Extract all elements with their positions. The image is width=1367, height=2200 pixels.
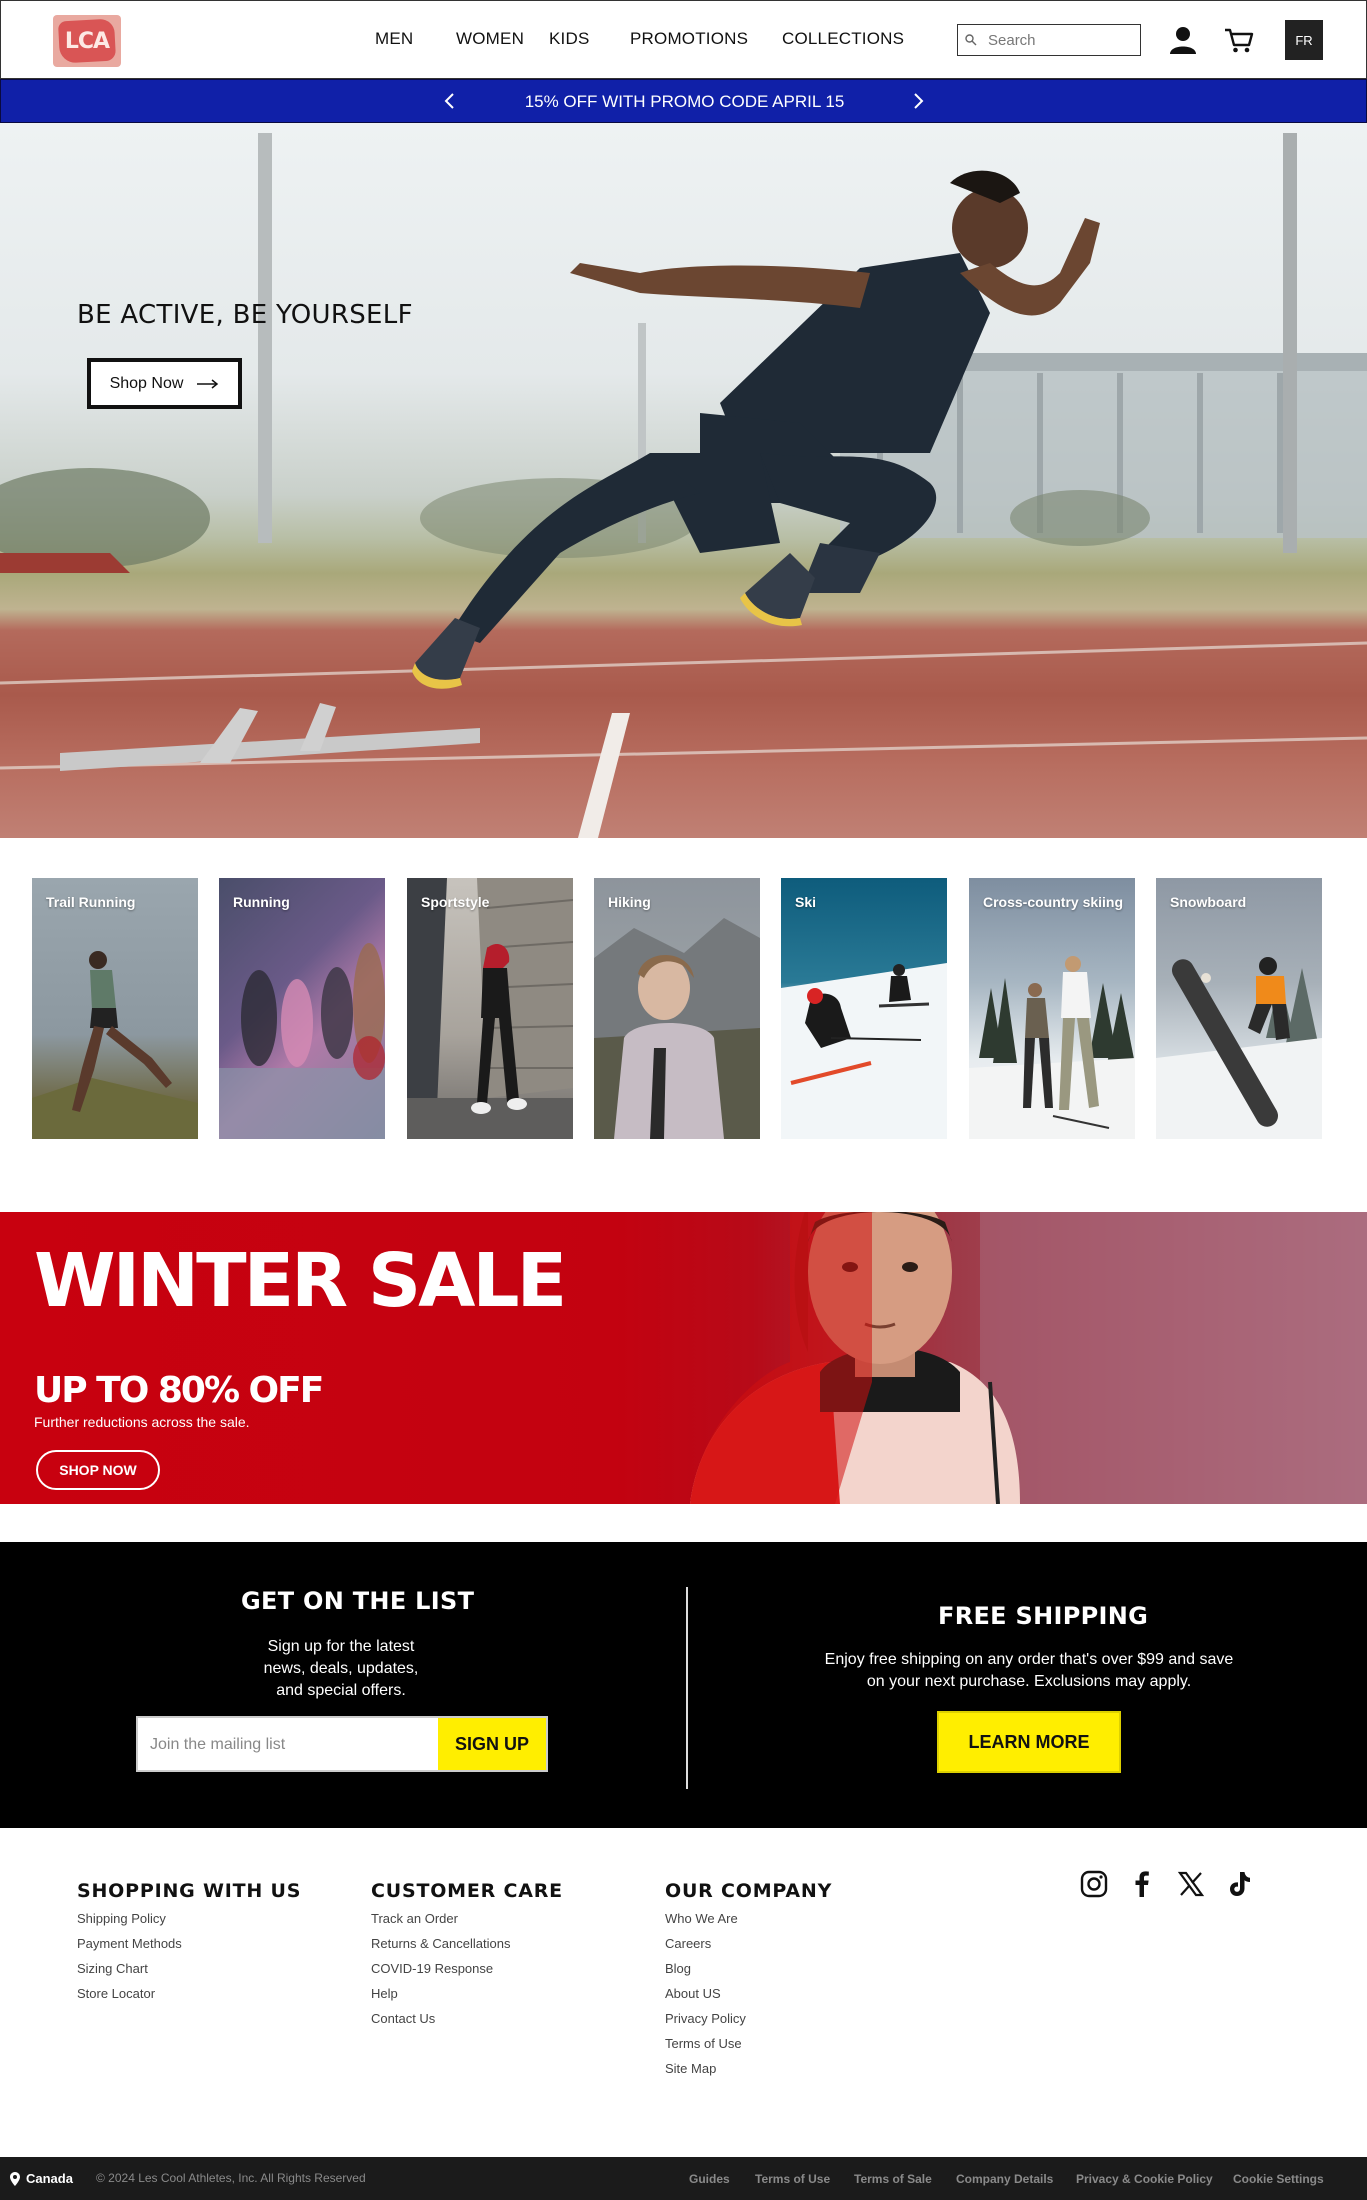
footer-link[interactable]: Sizing Chart bbox=[77, 1961, 148, 1976]
search-icon bbox=[965, 34, 977, 46]
footer-link[interactable]: Store Locator bbox=[77, 1986, 155, 2001]
footer-link[interactable]: Contact Us bbox=[371, 2011, 435, 2026]
mailing-list-form: SIGN UP bbox=[136, 1716, 548, 1772]
snowboard-image bbox=[1156, 957, 1322, 1139]
bottom-link-privacy-cookie-policy[interactable]: Privacy & Cookie Policy bbox=[1076, 2172, 1213, 2186]
footer-title-customer-care: CUSTOMER CARE bbox=[371, 1880, 563, 1902]
promo-bar: 15% OFF WITH PROMO CODE APRIL 15 bbox=[0, 79, 1367, 123]
footer-link[interactable]: Shipping Policy bbox=[77, 1911, 166, 1926]
trail-running-image bbox=[32, 951, 198, 1139]
shop-now-button[interactable]: Shop Now bbox=[87, 358, 242, 409]
category-label: Ski bbox=[795, 894, 817, 910]
hero-title: BE ACTIVE, BE YOURSELF bbox=[77, 300, 413, 330]
shipping-description: Enjoy free shipping on any order that's … bbox=[779, 1649, 1279, 1693]
brand-logo[interactable]: LCA bbox=[53, 15, 121, 67]
country-label: Canada bbox=[26, 2171, 73, 2186]
shipping-line: Enjoy free shipping on any order that's … bbox=[824, 1651, 1234, 1668]
sale-title: WINTER SALE bbox=[34, 1238, 567, 1324]
footer-link[interactable]: Returns & Cancellations bbox=[371, 1936, 510, 1951]
shipping-title: FREE SHIPPING bbox=[938, 1602, 1149, 1630]
category-ski[interactable]: Ski bbox=[781, 878, 947, 1139]
footer-link[interactable]: Careers bbox=[665, 1936, 711, 1951]
footer-link[interactable]: Help bbox=[371, 1986, 398, 2001]
footer-link[interactable]: About US bbox=[665, 1986, 721, 2001]
chevron-right-icon[interactable] bbox=[907, 90, 929, 112]
location-pin-icon bbox=[10, 2171, 20, 2186]
site-header: LCA MEN WOMEN KIDS PROMOTIONS COLLECTION… bbox=[0, 0, 1367, 79]
sale-shop-now-button[interactable]: SHOP NOW bbox=[36, 1450, 160, 1490]
winter-sale-banner: WINTER SALE UP TO 80% OFF Further reduct… bbox=[0, 1212, 1367, 1504]
cart-icon[interactable] bbox=[1223, 24, 1255, 56]
newsletter-description: Sign up for the latest news, deals, upda… bbox=[191, 1636, 491, 1702]
arrow-right-icon bbox=[197, 378, 219, 389]
nav-women[interactable]: WOMEN bbox=[456, 29, 524, 49]
facebook-icon[interactable] bbox=[1127, 1869, 1157, 1899]
sign-up-button[interactable]: SIGN UP bbox=[438, 1718, 546, 1770]
hero-image bbox=[0, 133, 1367, 838]
hero-banner: BE ACTIVE, BE YOURSELF Shop Now bbox=[0, 123, 1367, 838]
running-image bbox=[219, 943, 385, 1139]
category-trail-running[interactable]: Trail Running bbox=[32, 878, 198, 1139]
sportstyle-image bbox=[407, 878, 573, 1139]
category-sportstyle[interactable]: Sportstyle bbox=[407, 878, 573, 1139]
newsletter-line: news, deals, updates, bbox=[263, 1660, 419, 1677]
category-running[interactable]: Running bbox=[219, 878, 385, 1139]
newsletter-shipping-band: GET ON THE LIST Sign up for the latest n… bbox=[0, 1542, 1367, 1828]
search-box[interactable] bbox=[957, 24, 1141, 56]
newsletter-title: GET ON THE LIST bbox=[241, 1587, 475, 1615]
footer-title-company: OUR COMPANY bbox=[665, 1880, 833, 1902]
logo-text: LCA bbox=[64, 28, 110, 54]
category-hiking[interactable]: Hiking bbox=[594, 878, 760, 1139]
category-label: Hiking bbox=[608, 894, 651, 910]
x-icon[interactable] bbox=[1176, 1869, 1206, 1899]
tiktok-icon[interactable] bbox=[1224, 1869, 1254, 1899]
footer-link[interactable]: COVID-19 Response bbox=[371, 1961, 493, 1976]
newsletter-line: and special offers. bbox=[276, 1682, 406, 1699]
promo-text: 15% OFF WITH PROMO CODE APRIL 15 bbox=[524, 92, 845, 111]
footer-link[interactable]: Who We Are bbox=[665, 1911, 738, 1926]
nav-promotions[interactable]: PROMOTIONS bbox=[630, 29, 748, 49]
shipping-line: on your next purchase. Exclusions may ap… bbox=[866, 1673, 1192, 1690]
bottom-bar: Canada © 2024 Les Cool Athletes, Inc. Al… bbox=[0, 2157, 1367, 2200]
instagram-icon[interactable] bbox=[1079, 1869, 1109, 1899]
learn-more-button[interactable]: LEARN MORE bbox=[937, 1711, 1121, 1773]
footer-link[interactable]: Blog bbox=[665, 1961, 691, 1976]
footer-link[interactable]: Privacy Policy bbox=[665, 2011, 746, 2026]
copyright-text: © 2024 Les Cool Athletes, Inc. All Right… bbox=[96, 2171, 366, 2185]
footer-link[interactable]: Track an Order bbox=[371, 1911, 458, 1926]
ski-image bbox=[781, 963, 947, 1139]
bottom-link-cookie-settings[interactable]: Cookie Settings bbox=[1233, 2172, 1324, 2186]
mailing-list-input[interactable] bbox=[150, 1732, 430, 1758]
bottom-link-company-details[interactable]: Company Details bbox=[956, 2172, 1053, 2186]
nav-collections[interactable]: COLLECTIONS bbox=[782, 29, 904, 49]
sale-note: Further reductions across the sale. bbox=[34, 1414, 250, 1430]
account-icon[interactable] bbox=[1167, 24, 1199, 56]
category-label: Trail Running bbox=[46, 894, 136, 910]
hiking-image bbox=[594, 918, 760, 1139]
country-selector[interactable]: Canada bbox=[10, 2171, 73, 2186]
bottom-link-terms-of-use[interactable]: Terms of Use bbox=[755, 2172, 830, 2186]
shop-now-label: Shop Now bbox=[109, 374, 184, 392]
category-label: Snowboard bbox=[1170, 894, 1247, 910]
sale-subtitle: UP TO 80% OFF bbox=[34, 1370, 324, 1411]
language-button[interactable]: FR bbox=[1285, 20, 1323, 60]
search-input[interactable] bbox=[988, 29, 1134, 51]
category-label: Running bbox=[233, 894, 290, 910]
category-cross-country-skiing[interactable]: Cross-country skiing bbox=[969, 878, 1135, 1139]
footer-link[interactable]: Site Map bbox=[665, 2061, 716, 2076]
category-label: Sportstyle bbox=[421, 894, 490, 910]
category-label: Cross-country skiing bbox=[983, 894, 1124, 910]
category-snowboard[interactable]: Snowboard bbox=[1156, 878, 1322, 1139]
bottom-link-terms-of-sale[interactable]: Terms of Sale bbox=[854, 2172, 932, 2186]
footer-title-shopping: SHOPPING WITH US bbox=[77, 1880, 302, 1902]
nav-men[interactable]: MEN bbox=[375, 29, 413, 49]
nav-kids[interactable]: KIDS bbox=[549, 29, 589, 49]
footer-link[interactable]: Payment Methods bbox=[77, 1936, 182, 1951]
cross-country-skiing-image bbox=[969, 956, 1135, 1139]
newsletter-line: Sign up for the latest bbox=[267, 1638, 415, 1655]
bottom-link-guides[interactable]: Guides bbox=[689, 2172, 730, 2186]
section-divider bbox=[686, 1587, 688, 1789]
footer-link[interactable]: Terms of Use bbox=[665, 2036, 742, 2051]
